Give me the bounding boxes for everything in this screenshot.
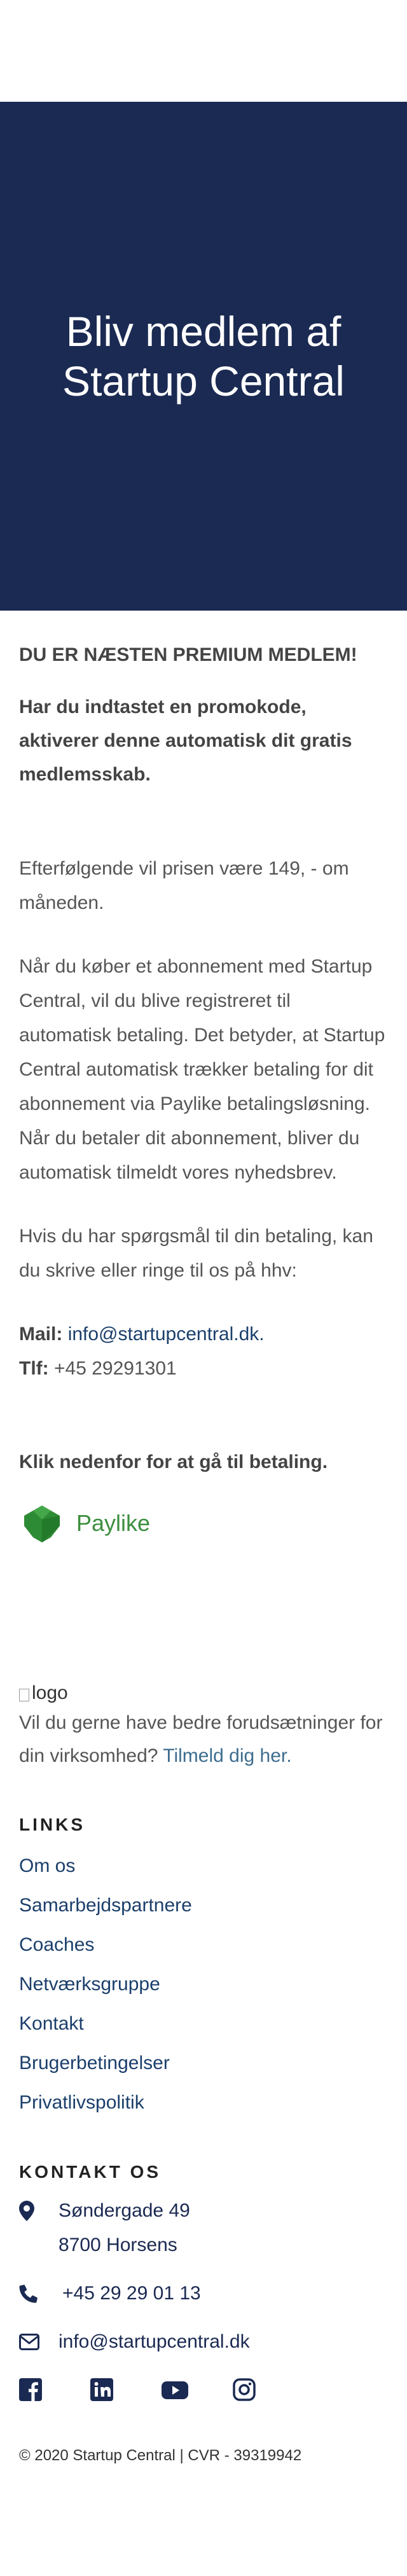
map-marker-icon [19, 2194, 42, 2228]
paylike-logo-icon [24, 1506, 60, 1542]
signup-text: Vil du gerne have bedre forudsætninger f… [19, 1707, 388, 1773]
address-line2: 8700 Horsens [59, 2234, 177, 2255]
contact-phone[interactable]: +45 29 29 01 13 [19, 2276, 388, 2311]
address-line1: Søndergade 49 [59, 2200, 190, 2221]
footer-link-coaches[interactable]: Coaches [19, 1934, 94, 1955]
site-footer: logo Vil du gerne have bedre forudsætnin… [0, 1680, 407, 2465]
contact-email-text: info@startupcentral.dk [59, 2331, 250, 2352]
linkedin-icon[interactable] [90, 2378, 113, 2401]
promo-text: Har du indtastet en promokode, aktiverer… [19, 696, 352, 785]
paylike-label: Paylike [76, 1510, 151, 1536]
membership-content: DU ER NÆSTEN PREMIUM MEDLEM! Har du indt… [0, 611, 407, 1546]
instagram-icon[interactable] [233, 2378, 256, 2401]
footer-link-samarbejdspartnere[interactable]: Samarbejdspartnere [19, 1895, 192, 1916]
hero-title-line2: Startup Central [62, 357, 345, 405]
hero-title: Bliv medlem af Startup Central [62, 307, 345, 406]
youtube-icon[interactable] [162, 2378, 188, 2401]
payment-heading: Klik nedenfor for at gå til betaling. [19, 1451, 328, 1472]
hero-banner: Bliv medlem af Startup Central [0, 102, 407, 611]
footer-link-privatlivspolitik[interactable]: Privatlivspolitik [19, 2092, 144, 2113]
hero-title-line1: Bliv medlem af [66, 308, 341, 355]
price-text: Efterfølgende vil prisen være 149, - om … [19, 858, 349, 913]
phone-value: +45 29291301 [53, 1358, 177, 1379]
mail-link[interactable]: info@startupcentral.dk. [68, 1324, 265, 1345]
footer-link-om-os[interactable]: Om os [19, 1855, 75, 1876]
questions-text: Hvis du har spørgsmål til din betaling, … [19, 1226, 373, 1281]
logo-alt-text: logo [32, 1682, 68, 1703]
address: Søndergade 49 8700 Horsens [19, 2194, 388, 2262]
footer-links: Om os Samarbejdspartnere Coaches Netværk… [19, 1846, 388, 2122]
facebook-icon[interactable] [19, 2378, 42, 2401]
phone-label: Tlf: [19, 1358, 49, 1379]
social-links [19, 2378, 388, 2401]
subscription-text: Når du køber et abonnement med Startup C… [19, 956, 385, 1183]
contact-heading: KONTAKT OS [19, 2162, 162, 2182]
mail-line: Mail: info@startupcentral.dk. [19, 1317, 388, 1352]
broken-image-icon [19, 1689, 29, 1701]
contact-phone-text: +45 29 29 01 13 [62, 2283, 201, 2304]
premium-heading: DU ER NÆSTEN PREMIUM MEDLEM! [19, 644, 357, 665]
footer-link-netvaerksgruppe[interactable]: Netværksgruppe [19, 1974, 160, 1995]
footer-link-brugerbetingelser[interactable]: Brugerbetingelser [19, 2053, 170, 2074]
signup-link[interactable]: Tilmeld dig her. [163, 1745, 291, 1766]
copyright: © 2020 Startup Central | CVR - 39319942 [19, 2447, 302, 2464]
links-heading: LINKS [19, 1815, 85, 1834]
contact-info: Mail: info@startupcentral.dk. Tlf: +45 2… [19, 1317, 388, 1386]
top-header [0, 0, 407, 102]
footer-logo[interactable]: logo [19, 1680, 388, 1704]
envelope-icon [19, 2325, 42, 2359]
phone-icon [19, 2276, 42, 2311]
paylike-button[interactable]: Paylike [19, 1500, 388, 1546]
phone-line: Tlf: +45 29291301 [19, 1352, 388, 1386]
footer-link-kontakt[interactable]: Kontakt [19, 2013, 84, 2034]
mail-label: Mail: [19, 1324, 63, 1345]
contact-email[interactable]: info@startupcentral.dk [19, 2325, 388, 2359]
